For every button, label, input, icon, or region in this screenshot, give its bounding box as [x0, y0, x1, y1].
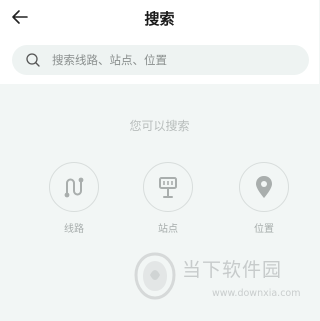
category-stop-label: 站点 — [158, 224, 178, 235]
watermark-logo-icon — [134, 252, 176, 300]
category-location-label: 位置 — [254, 224, 274, 235]
category-route-circle — [49, 162, 99, 212]
category-route-button[interactable]: 线路 — [46, 162, 102, 235]
watermark-title: 当下软件园 — [182, 259, 283, 281]
top-bar: 搜索 — [0, 0, 319, 36]
category-stop-circle — [143, 162, 193, 212]
search-hint: 您可以搜索 — [129, 119, 190, 133]
back-arrow-icon — [12, 10, 28, 24]
page-title: 搜索 — [144, 10, 175, 28]
search-icon — [26, 53, 40, 67]
bus-stop-icon — [159, 177, 177, 198]
location-pin-icon — [256, 176, 272, 198]
category-route-label: 线路 — [64, 224, 84, 235]
back-button[interactable] — [8, 5, 32, 29]
search-input[interactable] — [52, 45, 302, 75]
search-box[interactable] — [12, 45, 309, 75]
category-location-circle — [239, 162, 289, 212]
watermark-url: www.downxia.com — [212, 288, 301, 299]
search-area — [0, 36, 319, 84]
category-stop-button[interactable]: 站点 — [140, 162, 196, 235]
category-location-button[interactable]: 位置 — [236, 162, 292, 235]
route-icon — [64, 177, 84, 198]
